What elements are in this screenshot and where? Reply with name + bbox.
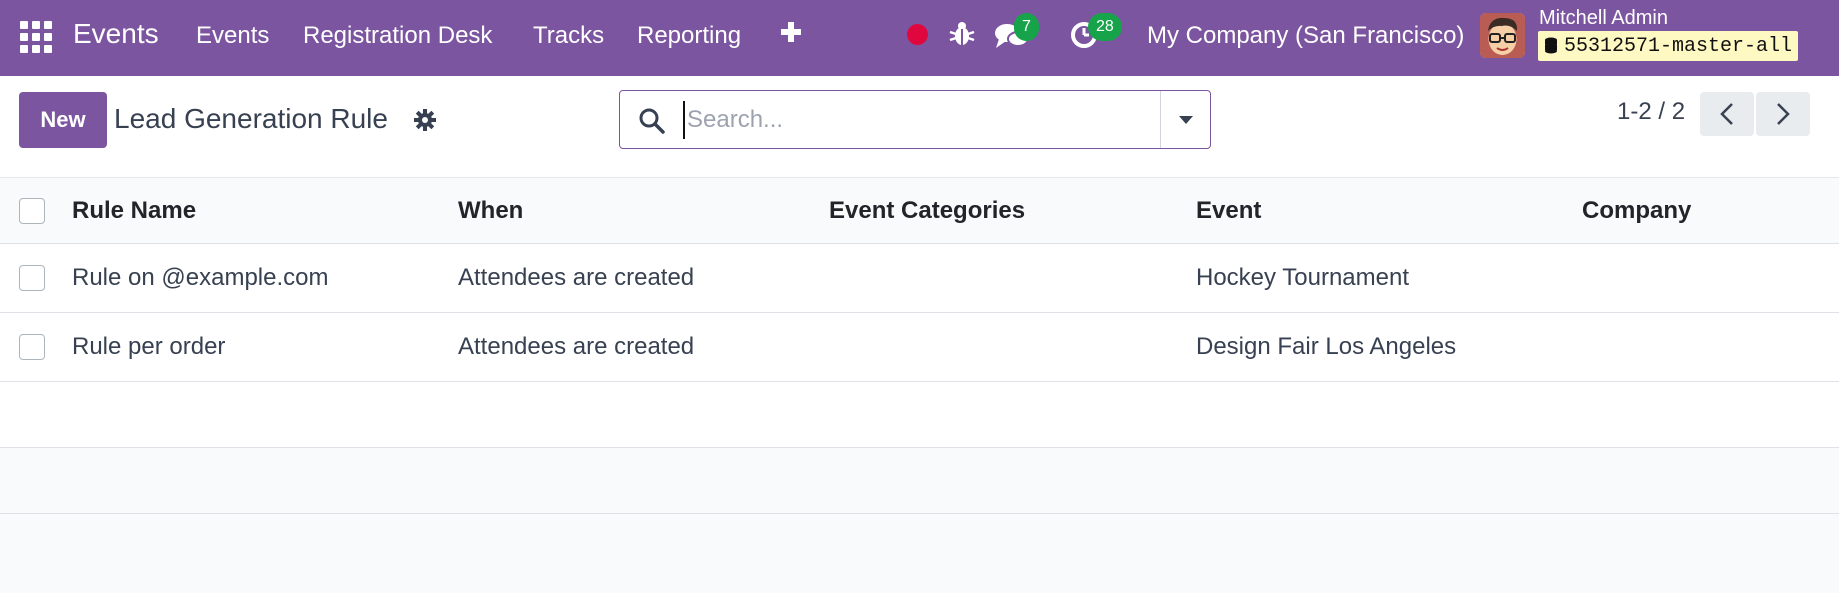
pager-next-button[interactable] [1756, 92, 1810, 136]
menu-item-tracks[interactable]: Tracks [533, 22, 604, 50]
column-header-when[interactable]: When [458, 178, 523, 243]
column-header-company[interactable]: Company [1582, 178, 1691, 243]
cell-event[interactable]: Hockey Tournament [1196, 244, 1409, 312]
cell-rule-name[interactable]: Rule on @example.com [72, 244, 328, 312]
record-icon[interactable] [907, 24, 928, 45]
search-icon [638, 107, 666, 140]
table-row[interactable]: Rule on @example.com Attendees are creat… [0, 244, 1839, 313]
user-avatar[interactable] [1480, 13, 1525, 58]
app-grid-icon[interactable] [20, 21, 52, 53]
select-all-checkbox[interactable] [19, 197, 45, 224]
pager-previous-button[interactable] [1700, 92, 1754, 136]
cell-event[interactable]: Design Fair Los Angeles [1196, 313, 1456, 381]
top-navbar: Events Events Registration Desk Tracks R… [0, 0, 1839, 76]
user-name[interactable]: Mitchell Admin [1539, 7, 1668, 30]
cell-when[interactable]: Attendees are created [458, 244, 694, 312]
search-input[interactable] [683, 101, 1173, 139]
cell-rule-name[interactable]: Rule per order [72, 313, 225, 381]
control-panel: New Lead Generation Rule Search... 1-2 /… [0, 76, 1839, 178]
column-header-event-categories[interactable]: Event Categories [829, 178, 1025, 243]
caret-down-icon [1178, 115, 1193, 124]
bug-icon[interactable] [949, 20, 975, 48]
database-badge: 55312571-master-all [1538, 31, 1799, 61]
app-brand[interactable]: Events [73, 18, 159, 50]
gear-icon[interactable] [413, 108, 437, 137]
table-row[interactable]: Rule per order Attendees are created Des… [0, 313, 1839, 382]
database-name: 55312571-master-all [1564, 34, 1793, 58]
column-header-event[interactable]: Event [1196, 178, 1261, 243]
row-checkbox[interactable] [19, 334, 45, 360]
chevron-left-icon [1720, 103, 1733, 125]
cell-when[interactable]: Attendees are created [458, 313, 694, 381]
menu-item-events[interactable]: Events [196, 22, 269, 50]
activity-count-badge: 28 [1088, 13, 1122, 41]
pager-value[interactable]: 1-2 / 2 [1617, 98, 1685, 126]
search-options-toggle[interactable] [1160, 91, 1210, 148]
menu-item-registration-desk[interactable]: Registration Desk [303, 22, 492, 50]
plus-icon[interactable] [779, 20, 803, 44]
row-checkbox[interactable] [19, 265, 45, 291]
page-title: Lead Generation Rule [114, 103, 388, 134]
new-button[interactable]: New [19, 92, 107, 148]
menu-item-reporting[interactable]: Reporting [637, 22, 741, 50]
column-header-rule-name[interactable]: Rule Name [72, 178, 196, 243]
empty-row [0, 448, 1839, 514]
table-header-row: Rule Name When Event Categories Event Co… [0, 178, 1839, 244]
database-icon [1545, 37, 1557, 54]
company-switcher[interactable]: My Company (San Francisco) [1147, 22, 1464, 50]
search-box [619, 90, 1211, 149]
chat-count-badge: 7 [1014, 13, 1039, 41]
chevron-right-icon [1777, 103, 1790, 125]
empty-row [0, 382, 1839, 448]
